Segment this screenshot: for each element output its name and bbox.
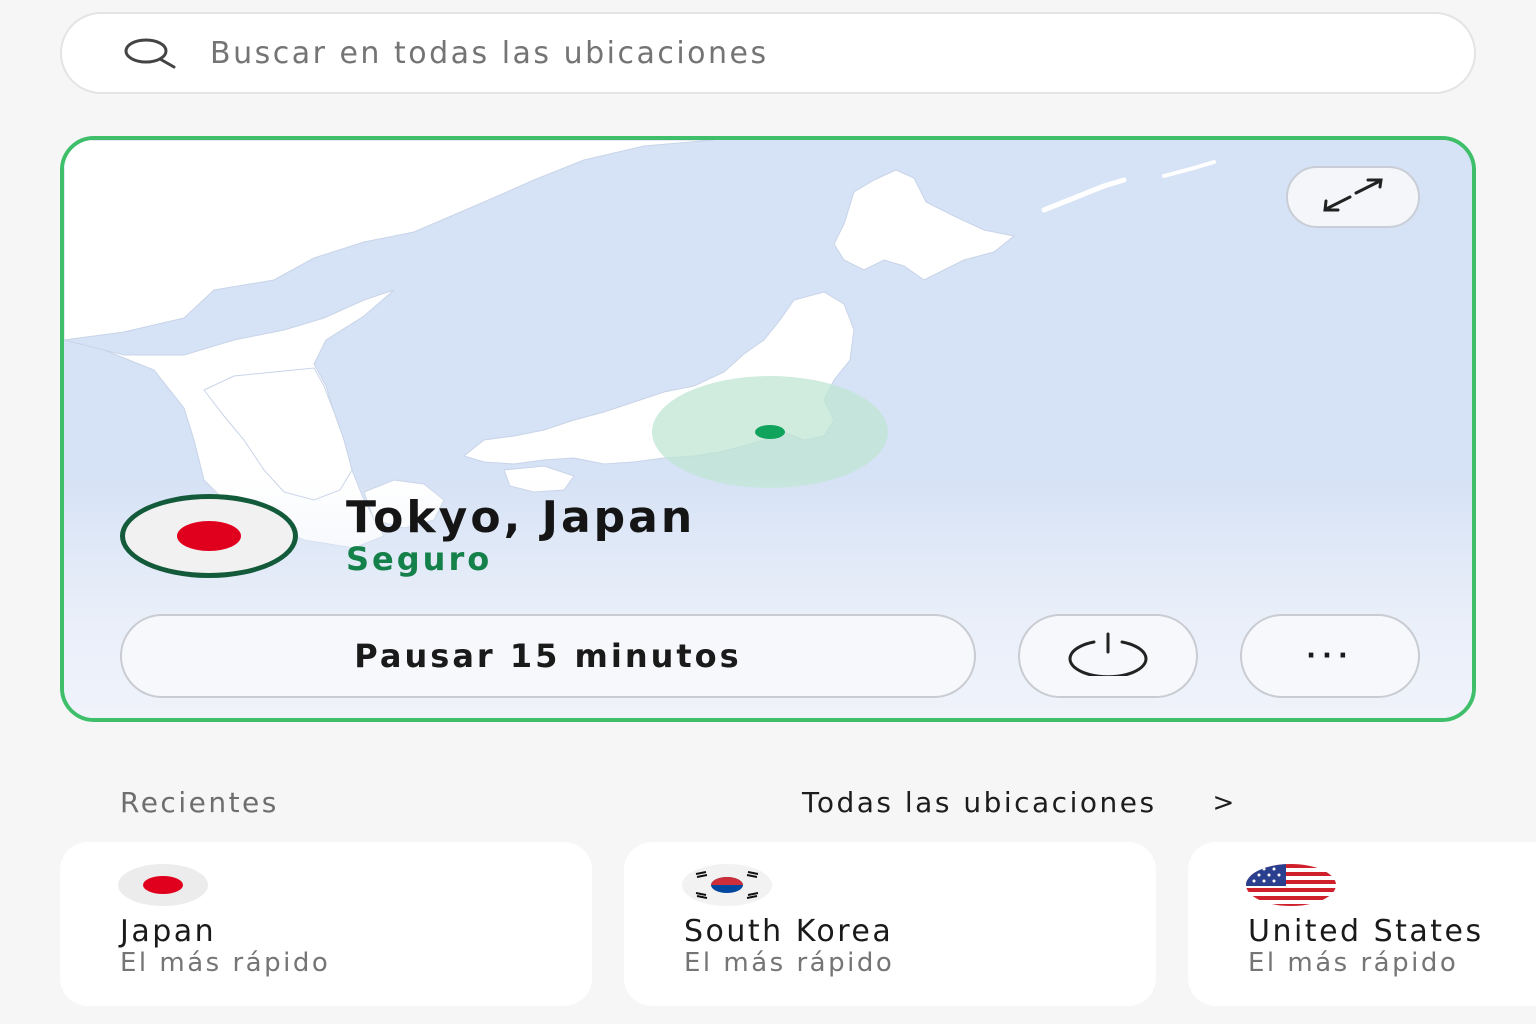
expand-icon [1318, 177, 1388, 217]
recent-location-name: United States [1248, 914, 1484, 949]
location-name: Tokyo, Japan [346, 492, 696, 543]
recent-location-subtitle: El más rápido [684, 948, 895, 978]
flag-circle [177, 521, 241, 551]
app-screen: Buscar en todas las ubicaciones Tokyo, J… [0, 0, 1536, 1024]
power-icon [1066, 632, 1150, 680]
recent-location-subtitle: El más rápido [120, 948, 331, 978]
disconnect-button[interactable] [1018, 614, 1198, 698]
japan-flag-icon [120, 494, 298, 578]
recent-location-subtitle: El más rápido [1248, 948, 1459, 978]
south-korea-flag-icon [682, 864, 772, 906]
connection-card: Tokyo, Japan Seguro Pausar 15 minutos ··… [60, 136, 1476, 722]
search-input[interactable]: Buscar en todas las ubicaciones [210, 36, 769, 71]
recents-heading: Recientes [120, 786, 279, 819]
pause-button[interactable]: Pausar 15 minutos [120, 614, 976, 698]
recent-location-name: South Korea [684, 914, 894, 949]
search-icon [122, 36, 178, 70]
japan-flag-icon [118, 864, 208, 906]
recent-location-united-states[interactable]: United States El más rápido [1188, 842, 1536, 1006]
all-locations-link[interactable]: Todas las ubicaciones > [802, 786, 1237, 819]
all-locations-label: Todas las ubicaciones [802, 786, 1157, 819]
connection-status: Seguro [346, 540, 493, 578]
more-options-button[interactable]: ··· [1240, 614, 1420, 698]
recent-location-name: Japan [120, 914, 217, 949]
recent-location-south-korea[interactable]: South Korea El más rápido [624, 842, 1156, 1006]
united-states-flag-icon [1246, 864, 1336, 906]
recent-location-japan[interactable]: Japan El más rápido [60, 842, 592, 1006]
search-bar[interactable]: Buscar en todas las ubicaciones [60, 12, 1476, 94]
expand-button[interactable] [1286, 166, 1420, 228]
chevron-right-icon: > [1212, 787, 1237, 818]
